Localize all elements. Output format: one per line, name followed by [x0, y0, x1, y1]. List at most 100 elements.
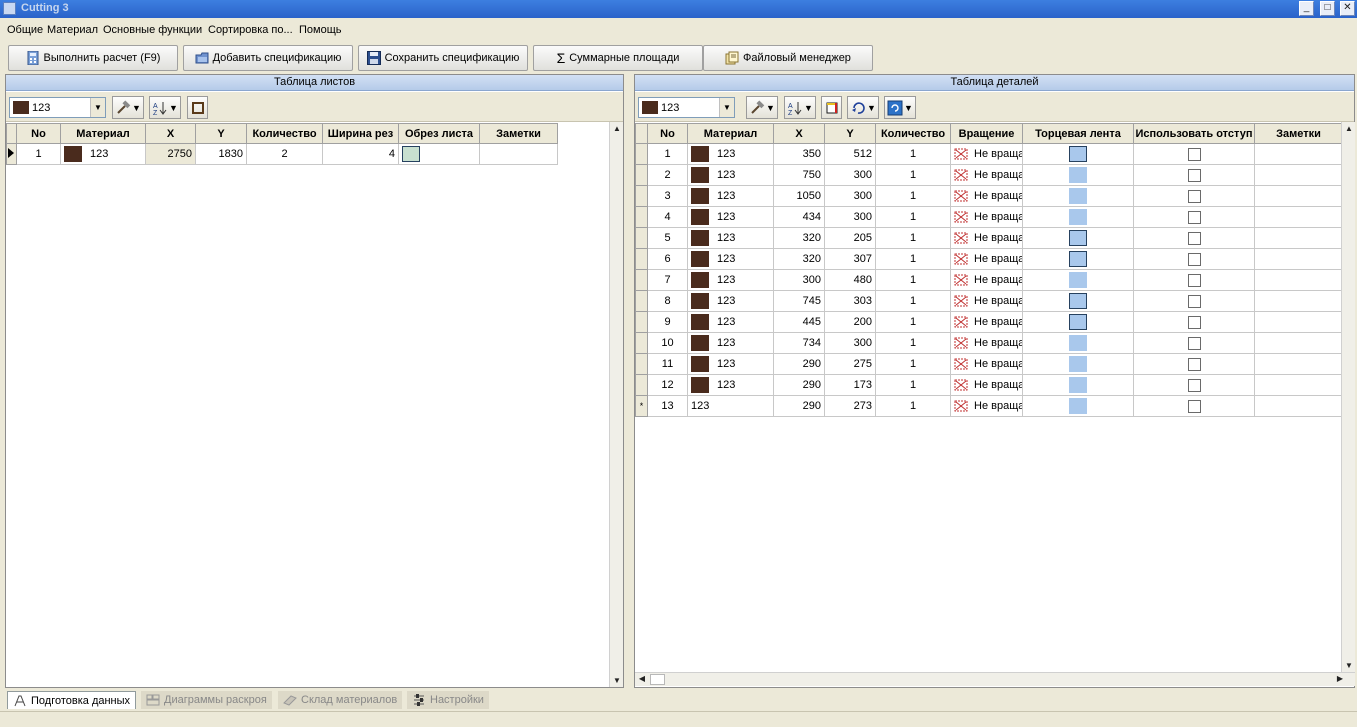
tab-data-prep[interactable]: Подготовка данных — [7, 691, 137, 709]
cell-sheet-trim[interactable] — [398, 143, 480, 165]
edge-band-swatch[interactable] — [1069, 251, 1087, 267]
cell-edge-band[interactable] — [1022, 353, 1134, 375]
row-selector[interactable] — [635, 206, 648, 228]
cell-x[interactable]: 290 — [773, 395, 825, 417]
cell-edge-band[interactable] — [1022, 143, 1134, 165]
cell-edge-band[interactable] — [1022, 374, 1134, 396]
cell-material[interactable]: 123 — [687, 269, 774, 291]
cell-material[interactable]: 123 — [687, 227, 774, 249]
table-row[interactable]: 5 123 3202051 Не вращать — [635, 227, 1343, 249]
cell-y[interactable]: 512 — [824, 143, 876, 165]
tab-materials-stock[interactable]: Склад материалов — [278, 691, 403, 709]
scroll-down-icon[interactable]: ▼ — [1342, 661, 1356, 670]
cell-notes[interactable] — [1254, 374, 1343, 396]
cell-edge-band[interactable] — [1022, 185, 1134, 207]
cell-rotation[interactable]: Не вращать — [950, 332, 1023, 354]
current-row-indicator[interactable] — [6, 143, 17, 165]
cell-y[interactable]: 307 — [824, 248, 876, 270]
cell-use-offset[interactable] — [1133, 248, 1255, 270]
sum-areas-button[interactable]: Σ Суммарные площади — [533, 45, 703, 71]
table-row[interactable]: 2 123 7503001 Не вращать — [635, 164, 1343, 186]
cell-material[interactable]: 123 — [687, 185, 774, 207]
cell-x[interactable]: 434 — [773, 206, 825, 228]
column-header[interactable]: Y — [195, 123, 247, 144]
cell-no[interactable]: 7 — [647, 269, 688, 291]
cell-rotation[interactable]: Не вращать — [950, 290, 1023, 312]
cell-notes[interactable] — [1254, 227, 1343, 249]
close-button[interactable]: ✕ — [1340, 1, 1355, 16]
cell-no[interactable]: 10 — [647, 332, 688, 354]
use-offset-checkbox[interactable] — [1187, 210, 1201, 224]
cell-notes[interactable] — [1254, 248, 1343, 270]
cell-edge-band[interactable] — [1022, 269, 1134, 291]
cell-y[interactable]: 275 — [824, 353, 876, 375]
parts-refresh-dropdown[interactable]: ▼ — [884, 96, 916, 119]
cell-no[interactable]: 5 — [647, 227, 688, 249]
cell-use-offset[interactable] — [1133, 185, 1255, 207]
sheets-material-combo[interactable]: 123 ▼ — [9, 97, 106, 118]
cell-y[interactable]: 273 — [824, 395, 876, 417]
edge-band-swatch[interactable] — [1069, 188, 1087, 204]
scroll-right-icon[interactable]: ▶ — [1333, 674, 1347, 683]
table-row[interactable]: 11 123 2902751 Не вращать — [635, 353, 1343, 375]
cell-notes[interactable] — [1254, 143, 1343, 165]
cell-x[interactable]: 300 — [773, 269, 825, 291]
cell-use-offset[interactable] — [1133, 290, 1255, 312]
cell-no[interactable]: 11 — [647, 353, 688, 375]
cell-quantity[interactable]: 1 — [875, 395, 951, 417]
tab-settings[interactable]: Настройки — [407, 691, 489, 709]
cell-edge-band[interactable] — [1022, 227, 1134, 249]
edge-band-swatch[interactable] — [1069, 293, 1087, 309]
cell-no[interactable]: 12 — [647, 374, 688, 396]
parts-edge-button[interactable] — [821, 96, 842, 119]
tab-cut-diagrams[interactable]: Диаграммы раскроя — [141, 691, 272, 709]
cell-y[interactable]: 480 — [824, 269, 876, 291]
cell-edge-band[interactable] — [1022, 164, 1134, 186]
column-header[interactable]: No — [647, 123, 688, 144]
cell-x[interactable]: 290 — [773, 374, 825, 396]
column-header[interactable]: Вращение — [950, 123, 1023, 144]
column-header[interactable]: Материал — [60, 123, 146, 144]
cell-x[interactable]: 745 — [773, 290, 825, 312]
menu-main-functions[interactable]: Основные функции — [103, 24, 202, 36]
cell-rotation[interactable]: Не вращать — [950, 185, 1023, 207]
cell-rotation[interactable]: Не вращать — [950, 164, 1023, 186]
sheets-frame-button[interactable] — [187, 96, 208, 119]
cell-y[interactable]: 1830 — [195, 143, 247, 165]
row-selector[interactable] — [635, 332, 648, 354]
cell-use-offset[interactable] — [1133, 353, 1255, 375]
cell-notes[interactable] — [1254, 269, 1343, 291]
parts-rotate-dropdown[interactable]: ▼ — [847, 96, 879, 119]
cell-no[interactable]: 2 — [647, 164, 688, 186]
cell-rotation[interactable]: Не вращать — [950, 143, 1023, 165]
chevron-down-icon[interactable]: ▼ — [90, 98, 105, 117]
cell-quantity[interactable]: 1 — [875, 290, 951, 312]
cell-quantity[interactable]: 1 — [875, 269, 951, 291]
cell-x[interactable]: 750 — [773, 164, 825, 186]
menu-help[interactable]: Помощь — [299, 24, 342, 36]
cell-rotation[interactable]: Не вращать — [950, 374, 1023, 396]
cell-edge-band[interactable] — [1022, 395, 1134, 417]
edge-band-swatch[interactable] — [1069, 146, 1087, 162]
cell-no[interactable]: 1 — [16, 143, 61, 165]
cell-material[interactable]: 123 — [687, 164, 774, 186]
sheets-vertical-scrollbar[interactable]: ▲ ▼ — [609, 122, 623, 687]
cell-notes[interactable] — [1254, 164, 1343, 186]
add-spec-button[interactable]: Добавить спецификацию — [183, 45, 353, 71]
cell-rotation[interactable]: Не вращать — [950, 395, 1023, 417]
minimize-button[interactable]: _ — [1299, 1, 1314, 16]
table-row[interactable]: 7 123 3004801 Не вращать — [635, 269, 1343, 291]
column-header[interactable]: Материал — [687, 123, 774, 144]
column-header[interactable]: X — [773, 123, 825, 144]
cell-quantity[interactable]: 1 — [875, 353, 951, 375]
use-offset-checkbox[interactable] — [1187, 168, 1201, 182]
row-selector[interactable] — [635, 353, 648, 375]
edge-band-swatch[interactable] — [1069, 377, 1087, 393]
scroll-left-icon[interactable]: ◀ — [635, 674, 649, 683]
cell-y[interactable]: 303 — [824, 290, 876, 312]
menu-material[interactable]: Материал — [47, 24, 98, 36]
cell-notes[interactable] — [1254, 311, 1343, 333]
cell-cut-width[interactable]: 4 — [322, 143, 399, 165]
row-selector[interactable] — [635, 311, 648, 333]
menu-sorting[interactable]: Сортировка по... — [208, 24, 293, 36]
